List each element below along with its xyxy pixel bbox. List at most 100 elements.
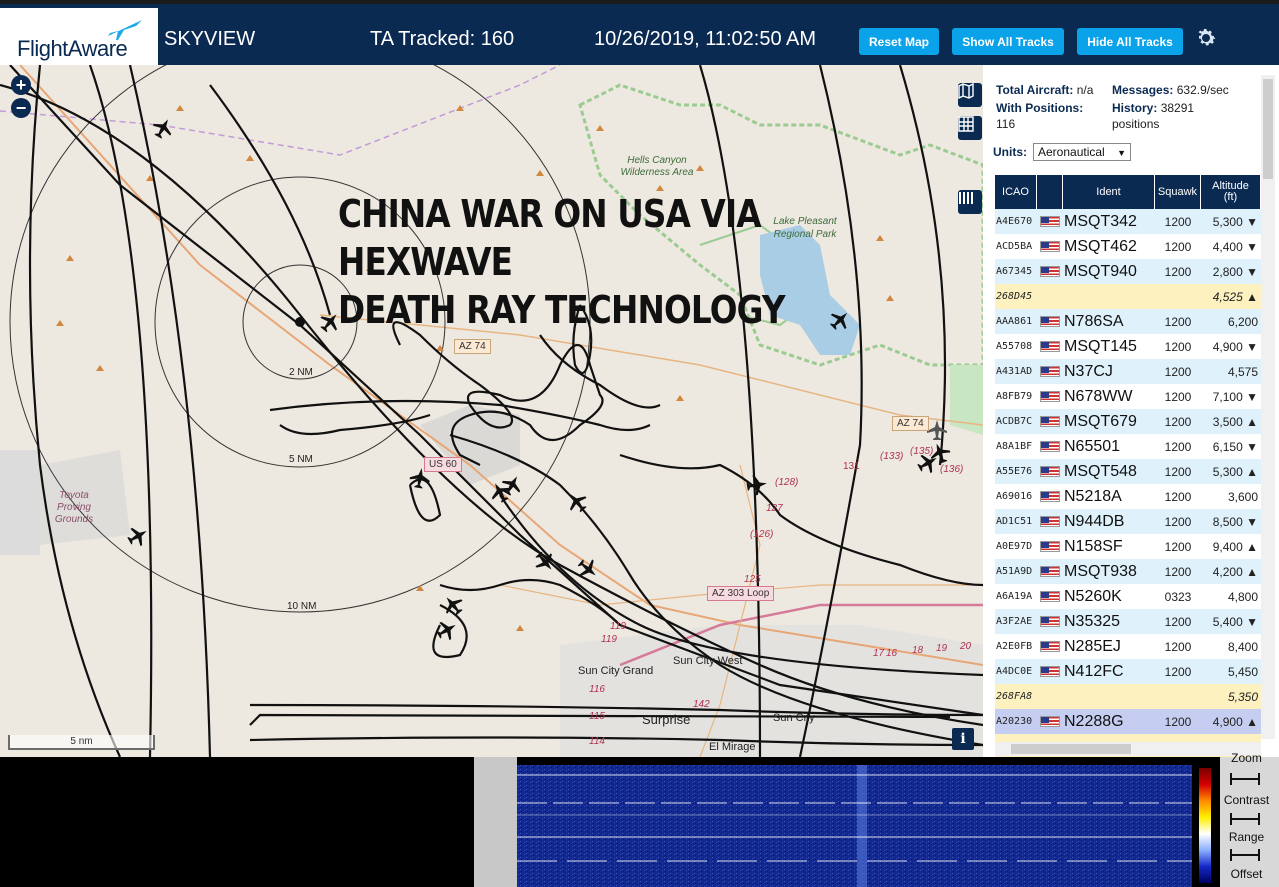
map-icon: [958, 83, 974, 99]
table-row[interactable]: A6A19A N5260K 0323 4,800: [995, 584, 1261, 609]
cell-ident: N412FC: [1064, 662, 1124, 680]
table-body: A4E670 MSQT342 1200 5,300 ▼ ACD5BA MSQT462 120…: [995, 209, 1261, 757]
show-all-tracks-button[interactable]: Show All Tracks: [952, 28, 1064, 55]
cell-altitude: 5,350: [1227, 689, 1258, 704]
table-row[interactable]: A431AD N37CJ 1200 4,575: [995, 359, 1261, 384]
cell-icao: A4DC0E: [996, 666, 1033, 677]
road-number: (136): [940, 464, 964, 475]
us-flag-icon: [1040, 541, 1060, 552]
map-layers-button[interactable]: [958, 83, 982, 107]
road-number: 19: [936, 643, 948, 654]
vertical-scroll-thumb[interactable]: [1263, 79, 1273, 179]
us-flag-icon: [1040, 241, 1060, 252]
us-flag-icon: [1040, 366, 1060, 377]
table-row[interactable]: ACDB7C MSQT679 1200 3,500 ▲: [995, 409, 1261, 434]
horizontal-scroll-thumb[interactable]: [1011, 744, 1131, 754]
table-row[interactable]: 268FA8 5,350: [995, 684, 1261, 709]
cell-ident: MSQT548: [1064, 462, 1137, 480]
table-row[interactable]: A69016 N5218A 1200 3,600: [995, 484, 1261, 509]
table-row[interactable]: A20230 N2288G 1200 4,900 ▲: [995, 709, 1261, 734]
grid-toggle-button[interactable]: [958, 116, 982, 140]
zoom-control-label: Zoom: [1231, 751, 1262, 765]
table-row[interactable]: ACD5BA MSQT462 1200 4,400 ▼: [995, 234, 1261, 259]
cell-altitude: 4,525 ▲: [1212, 289, 1258, 304]
range-ring-label: 10 NM: [287, 601, 317, 612]
road-shield: AZ 303 Loop: [707, 586, 775, 601]
column-header-squawk[interactable]: Squawk: [1155, 175, 1201, 209]
us-flag-icon: [1040, 316, 1060, 327]
cell-icao: A8FB79: [996, 391, 1033, 402]
table-row[interactable]: A0E97D N158SF 1200 9,400 ▲: [995, 534, 1261, 559]
cell-ident: MSQT679: [1064, 412, 1137, 430]
info-button[interactable]: i: [952, 728, 974, 750]
road-number: (135): [910, 446, 934, 457]
cell-flag: [1037, 566, 1063, 577]
cell-icao: A8A1BF: [996, 441, 1033, 452]
units-select[interactable]: Aeronautical: [1033, 143, 1131, 161]
cell-squawk: 1200: [1164, 339, 1192, 354]
cell-icao: A3F2AE: [996, 616, 1033, 627]
table-row[interactable]: A2E0FB N285EJ 1200 8,400: [995, 634, 1261, 659]
grid-icon: [958, 116, 974, 132]
total-aircraft-value: n/a: [1076, 83, 1094, 97]
column-header-altitude[interactable]: Altitude (ft): [1201, 175, 1261, 209]
cell-ident: MSQT342: [1064, 212, 1137, 230]
table-row[interactable]: A8A1BF N65501 1200 6,150 ▼: [995, 434, 1261, 459]
table-row[interactable]: A4DC0E N412FC 1200 5,450: [995, 659, 1261, 684]
range-ring-label: 5 NM: [289, 454, 313, 465]
column-header-ident[interactable]: Ident: [1063, 175, 1155, 209]
table-row[interactable]: A4E670 MSQT342 1200 5,300 ▼: [995, 209, 1261, 234]
column-header-flag[interactable]: [1037, 175, 1063, 209]
map-view[interactable]: 2 NM 5 NM 10 NM Hells Canyon Wilderness …: [0, 65, 983, 757]
cell-squawk: 1200: [1164, 439, 1192, 454]
waterfall-display[interactable]: [517, 765, 1192, 887]
range-slider[interactable]: [1230, 849, 1260, 861]
zoom-out-button[interactable]: −: [11, 98, 31, 118]
table-row[interactable]: A55E76 MSQT548 1200 5,300 ▲: [995, 459, 1261, 484]
hide-all-tracks-button[interactable]: Hide All Tracks: [1077, 28, 1183, 55]
history-stat: History: 38291 positions: [1112, 100, 1194, 132]
road-number: 17: [873, 648, 885, 659]
table-row[interactable]: A51A9D MSQT938 1200 4,200 ▲: [995, 559, 1261, 584]
table-row[interactable]: A55708 MSQT145 1200 4,900 ▼: [995, 334, 1261, 359]
flightaware-logo[interactable]: FlightAware: [0, 8, 158, 69]
cell-altitude: 3,500 ▲: [1212, 414, 1258, 429]
map-canvas[interactable]: [0, 65, 983, 757]
cell-icao: A4E670: [996, 216, 1033, 227]
contrast-slider[interactable]: [1230, 813, 1260, 825]
cell-squawk: 1200: [1164, 264, 1192, 279]
color-scale-bar: [1199, 768, 1211, 883]
cell-squawk: 1200: [1164, 664, 1192, 679]
table-row[interactable]: 268D45 4,525 ▲: [995, 284, 1261, 309]
road-shield: AZ 74: [454, 339, 491, 354]
cell-icao: ACDB7C: [996, 416, 1033, 427]
contrast-control-label: Contrast: [1223, 793, 1270, 807]
cell-icao: ACD5BA: [996, 241, 1033, 252]
zoom-in-button[interactable]: +: [11, 75, 31, 95]
us-flag-icon: [1040, 391, 1060, 402]
table-row[interactable]: A8FB79 N678WW 1200 7,100 ▼: [995, 384, 1261, 409]
gear-icon[interactable]: [1194, 26, 1218, 50]
table-row[interactable]: AAA861 N786SA 1200 6,200: [995, 309, 1261, 334]
road-number: 131: [843, 461, 860, 472]
cell-altitude: 6,150 ▼: [1212, 439, 1258, 454]
cell-flag: [1037, 341, 1063, 352]
zoom-slider[interactable]: [1230, 773, 1260, 785]
history-unit: positions: [1112, 117, 1160, 131]
cell-ident: MSQT145: [1064, 337, 1137, 355]
table-row[interactable]: AD1C51 N944DB 1200 8,500 ▼: [995, 509, 1261, 534]
cell-flag: [1037, 366, 1063, 377]
columns-toggle-button[interactable]: [958, 190, 982, 214]
cell-altitude: 5,300 ▼: [1212, 214, 1258, 229]
messages-value: 632.9/sec: [1176, 83, 1229, 97]
us-flag-icon: [1040, 266, 1060, 277]
table-row[interactable]: A67345 MSQT940 1200 2,800 ▼: [995, 259, 1261, 284]
table-row[interactable]: A3F2AE N35325 1200 5,400 ▼: [995, 609, 1261, 634]
cell-squawk: 1200: [1164, 389, 1192, 404]
column-header-icao[interactable]: ICAO: [995, 175, 1037, 209]
cell-icao: A69016: [996, 491, 1033, 502]
cell-squawk: 1200: [1164, 514, 1192, 529]
cell-altitude: 2,800 ▼: [1212, 264, 1258, 279]
cell-flag: [1037, 641, 1063, 652]
reset-map-button[interactable]: Reset Map: [859, 28, 939, 55]
